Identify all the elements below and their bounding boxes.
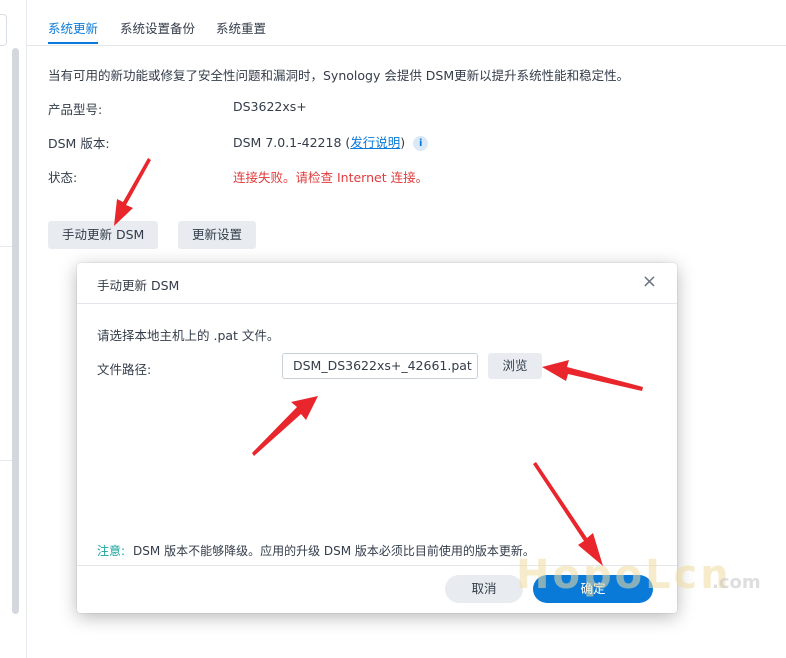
left-scrollbar[interactable] — [12, 48, 19, 614]
tab-bar: 系统更新 系统设置备份 系统重置 — [26, 0, 786, 46]
dsm-version-text: DSM 7.0.1-42218 ( — [233, 135, 351, 150]
cancel-button[interactable]: 取消 — [445, 575, 523, 603]
tab-system-update[interactable]: 系统更新 — [48, 18, 98, 37]
left-panel-box — [0, 14, 7, 46]
dialog-header: 手动更新 DSM × — [77, 263, 677, 304]
dsm-version-label: DSM 版本: — [48, 136, 110, 151]
release-notes-link[interactable]: 发行说明 — [350, 135, 400, 150]
ok-button[interactable]: 确定 — [533, 575, 653, 603]
watermark-suffix: .com — [712, 572, 761, 593]
file-path-input[interactable]: DSM_DS3622xs+_42661.pat — [282, 353, 478, 379]
dialog-note: 注意: DSM 版本不能够降级。应用的升级 DSM 版本必须比目前使用的版本更新。 — [97, 542, 535, 559]
status-value: 连接失败。请检查 Internet 连接。 — [233, 170, 429, 185]
dsm-version-value: DSM 7.0.1-42218 (发行说明) i — [233, 132, 429, 151]
close-icon[interactable]: × — [642, 272, 657, 292]
model-value: DS3622xs+ — [233, 99, 307, 114]
note-text: DSM 版本不能够降级。应用的升级 DSM 版本必须比目前使用的版本更新。 — [133, 544, 535, 558]
note-label: 注意: — [97, 544, 126, 558]
dsm-version-close-paren: ) — [400, 135, 406, 150]
status-label: 状态: — [48, 170, 78, 185]
update-description: 当有可用的新功能或修复了安全性问题和漏洞时，Synology 会提供 DSM更新… — [48, 68, 630, 83]
update-settings-button[interactable]: 更新设置 — [178, 221, 257, 249]
dialog-title: 手动更新 DSM — [97, 278, 180, 293]
dialog-instruction: 请选择本地主机上的 .pat 文件。 — [97, 328, 280, 343]
left-divider — [0, 460, 12, 461]
left-panel — [0, 0, 27, 658]
file-path-label: 文件路径: — [97, 362, 152, 377]
dialog-footer-divider — [77, 565, 677, 566]
annotation-arrow — [114, 158, 151, 226]
active-tab-indicator — [48, 42, 98, 44]
browse-button[interactable]: 浏览 — [488, 353, 542, 379]
manual-update-dsm-button[interactable]: 手动更新 DSM — [48, 221, 159, 249]
tab-config-backup[interactable]: 系统设置备份 — [120, 18, 195, 37]
info-icon[interactable]: i — [413, 136, 429, 151]
manual-update-dialog: 手动更新 DSM × 请选择本地主机上的 .pat 文件。 文件路径: DSM_… — [77, 263, 677, 613]
left-divider — [0, 246, 12, 247]
tab-system-reset[interactable]: 系统重置 — [216, 18, 266, 37]
model-label: 产品型号: — [48, 102, 103, 117]
